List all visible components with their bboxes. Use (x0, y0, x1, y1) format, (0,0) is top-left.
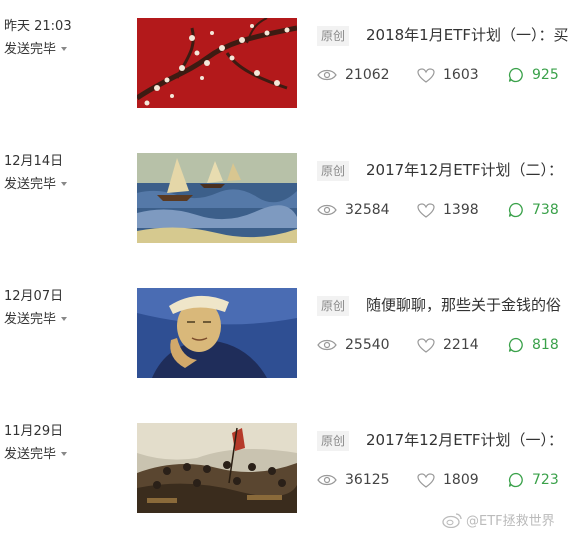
caret-down-icon (61, 451, 68, 456)
view-count: 25540 (317, 336, 390, 354)
heart-icon (417, 67, 435, 83)
view-count: 21062 (317, 66, 390, 84)
publish-date: 11月29日 (4, 424, 64, 439)
comment-count-value: 818 (532, 337, 559, 353)
view-count-value: 25540 (345, 337, 390, 353)
weibo-logo-icon (442, 512, 462, 528)
article-title-link[interactable]: 2018年1月ETF计划（一）：买 (366, 24, 574, 46)
comment-count-link[interactable]: 723 (508, 471, 559, 489)
heart-icon (417, 472, 435, 488)
send-status-label: 发送完毕 (4, 312, 57, 327)
view-count: 36125 (317, 471, 390, 489)
comment-count-value: 723 (532, 472, 559, 488)
like-count: 2214 (417, 336, 479, 354)
article-title-link[interactable]: 随便聊聊，那些关于金钱的俗 (366, 294, 574, 316)
heart-icon (417, 337, 435, 353)
publish-date: 昨天 21:03 (4, 19, 72, 34)
heart-icon (417, 202, 435, 218)
send-status-label: 发送完毕 (4, 42, 57, 57)
article-thumbnail[interactable] (137, 288, 297, 378)
comment-bubble-icon (508, 337, 523, 353)
like-count-value: 1603 (443, 67, 479, 83)
article-row[interactable]: 12月07日 发送完毕 原创 随便聊聊，那些关于金钱的俗 25540 2214 … (0, 288, 574, 380)
publish-date: 12月14日 (4, 154, 64, 169)
view-count-value: 32584 (345, 202, 390, 218)
send-status-label: 发送完毕 (4, 447, 57, 462)
portrait-dr-gachet-painting (137, 288, 297, 378)
original-badge: 原创 (317, 296, 350, 316)
caret-down-icon (61, 46, 68, 51)
like-count: 1398 (417, 201, 479, 219)
article-thumbnail[interactable] (137, 153, 297, 243)
eye-icon (317, 339, 337, 351)
send-status-label: 发送完毕 (4, 177, 57, 192)
send-status-dropdown[interactable]: 发送完毕 (4, 446, 68, 464)
like-count-value: 1809 (443, 472, 479, 488)
send-status-dropdown[interactable]: 发送完毕 (4, 311, 68, 329)
like-count: 1603 (417, 66, 479, 84)
view-count: 32584 (317, 201, 390, 219)
caret-down-icon (61, 181, 68, 186)
almond-blossom-painting (137, 18, 297, 108)
view-count-value: 21062 (345, 67, 390, 83)
watermark-text: @ETF拯救世界 (466, 514, 555, 529)
publish-date: 12月07日 (4, 289, 64, 304)
battle-scene-painting (137, 423, 297, 513)
comment-count-link[interactable]: 818 (508, 336, 559, 354)
like-count-value: 2214 (443, 337, 479, 353)
like-count-value: 1398 (443, 202, 479, 218)
comment-bubble-icon (508, 472, 523, 488)
view-count-value: 36125 (345, 472, 390, 488)
article-title-link[interactable]: 2017年12月ETF计划（一）： (366, 429, 574, 451)
eye-icon (317, 204, 337, 216)
comment-count-value: 738 (532, 202, 559, 218)
article-row[interactable]: 12月14日 发送完毕 原创 2017年12月ETF计划（二）： 32584 1… (0, 153, 574, 245)
send-status-dropdown[interactable]: 发送完毕 (4, 176, 68, 194)
comment-count-value: 925 (532, 67, 559, 83)
eye-icon (317, 474, 337, 486)
article-row[interactable]: 昨天 21:03 发送完毕 原创 2018年1月ETF计划（一）：买 21062… (0, 18, 574, 110)
article-title-link[interactable]: 2017年12月ETF计划（二）： (366, 159, 574, 181)
comment-bubble-icon (508, 202, 523, 218)
send-status-dropdown[interactable]: 发送完毕 (4, 41, 68, 59)
comment-count-link[interactable]: 925 (508, 66, 559, 84)
caret-down-icon (61, 316, 68, 321)
original-badge: 原创 (317, 26, 350, 46)
seascape-sailboats-painting (137, 153, 297, 243)
original-badge: 原创 (317, 161, 350, 181)
comment-bubble-icon (508, 67, 523, 83)
weibo-watermark: @ETF拯救世界 (442, 510, 555, 529)
article-thumbnail[interactable] (137, 18, 297, 108)
article-row[interactable]: 11月29日 发送完毕 原创 2017年12月ETF计划（一）： 36125 1… (0, 423, 574, 515)
comment-count-link[interactable]: 738 (508, 201, 559, 219)
original-badge: 原创 (317, 431, 350, 451)
eye-icon (317, 69, 337, 81)
like-count: 1809 (417, 471, 479, 489)
article-thumbnail[interactable] (137, 423, 297, 513)
